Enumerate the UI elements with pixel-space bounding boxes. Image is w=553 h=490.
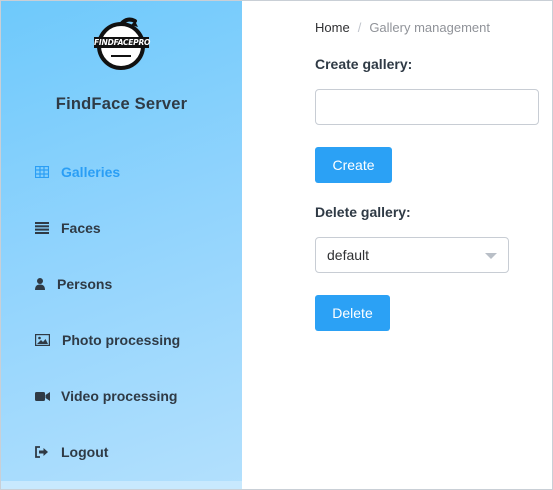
chevron-down-icon — [485, 253, 497, 259]
gallery-name-input[interactable] — [315, 89, 539, 125]
sidebar-item-label: Video processing — [61, 388, 178, 404]
logo-text: FINDFACEPRO — [94, 37, 151, 48]
sidebar-item-faces[interactable]: Faces — [1, 211, 242, 245]
create-button[interactable]: Create — [315, 147, 392, 183]
app-title: FindFace Server — [55, 95, 188, 113]
sidebar-item-persons[interactable]: Persons — [1, 267, 242, 301]
breadcrumb-home-link[interactable]: Home — [315, 20, 350, 35]
delete-gallery-label: Delete gallery: — [315, 204, 411, 220]
gallery-select-value: default — [327, 247, 370, 263]
list-icon — [35, 220, 61, 236]
video-camera-icon — [35, 388, 61, 404]
sidebar-item-label: Logout — [61, 444, 109, 460]
sidebar-item-label: Persons — [57, 276, 113, 292]
sidebar-item-logout[interactable]: Logout — [1, 435, 242, 469]
sidebar-item-label: Faces — [61, 220, 101, 236]
sidebar-item-video-processing[interactable]: Video processing — [1, 379, 242, 413]
user-icon — [35, 276, 57, 292]
sign-out-icon — [35, 444, 61, 460]
sidebar-item-label: Photo processing — [62, 332, 181, 348]
table-icon — [35, 164, 61, 180]
sidebar-item-label: Galleries — [61, 164, 121, 180]
app-window: FINDFACEPRO FindFace Server Galleries Fa… — [0, 0, 553, 490]
breadcrumb-current: Gallery management — [369, 20, 490, 35]
breadcrumb: Home / Gallery management — [315, 20, 490, 35]
sidebar-item-galleries[interactable]: Galleries — [1, 155, 242, 189]
sidebar-footer-strip — [1, 481, 242, 489]
sidebar-item-photo-processing[interactable]: Photo processing — [1, 323, 242, 357]
image-icon — [35, 332, 62, 348]
breadcrumb-separator: / — [357, 20, 362, 35]
gallery-select[interactable]: default — [315, 237, 509, 273]
sidebar: FINDFACEPRO FindFace Server Galleries Fa… — [1, 1, 242, 489]
logo: FINDFACEPRO — [1, 13, 242, 75]
delete-button[interactable]: Delete — [315, 295, 390, 331]
create-gallery-label: Create gallery: — [315, 56, 413, 72]
